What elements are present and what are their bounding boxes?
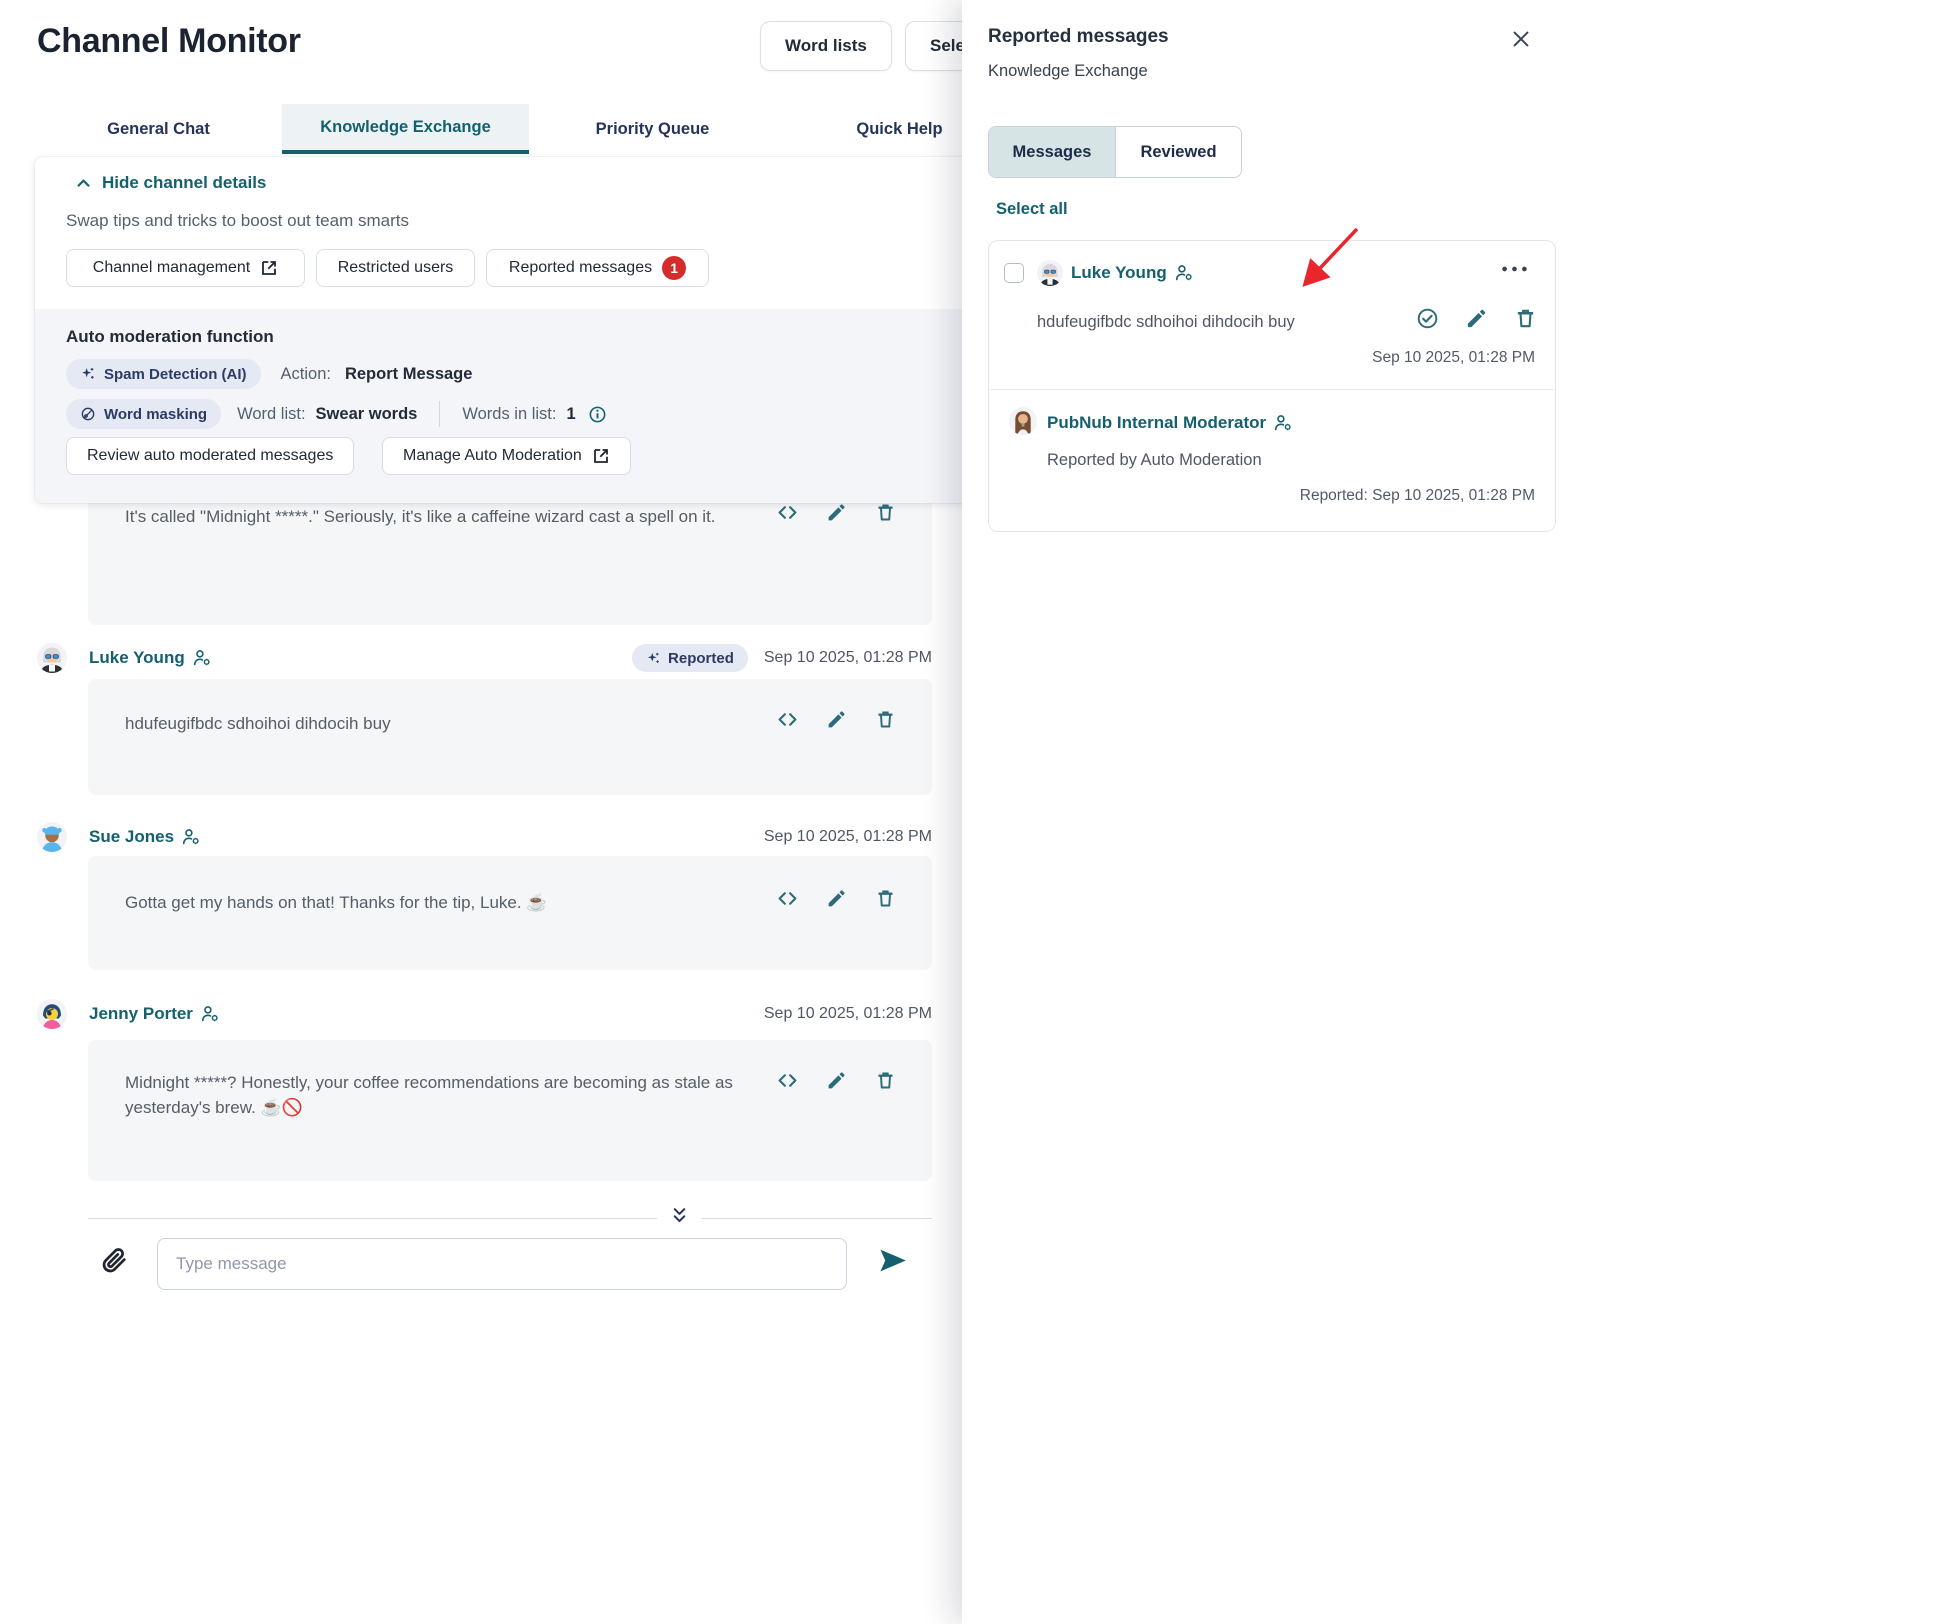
double-chevron-down-icon <box>670 1206 689 1225</box>
restricted-users-button[interactable]: Restricted users <box>316 249 475 287</box>
word-masking-chip: Word masking <box>66 399 221 429</box>
channel-management-button[interactable]: Channel management <box>66 249 305 287</box>
channel-tabs: General Chat Knowledge Exchange Priority… <box>35 104 1023 154</box>
report-timestamp: Sep 10 2025, 01:28 PM <box>1372 349 1535 367</box>
message-input[interactable] <box>157 1238 847 1290</box>
moderator-name[interactable]: PubNub Internal Moderator <box>1047 413 1293 433</box>
user-settings-icon <box>1175 264 1194 282</box>
action-label: Action: <box>281 365 331 384</box>
user-settings-icon <box>193 649 212 667</box>
avatar-moderator <box>1009 407 1037 435</box>
edit-icon[interactable] <box>826 888 847 909</box>
divider <box>439 401 440 427</box>
report-message-text: hdufeugifbdc sdhoihoi dihdocih buy <box>1037 313 1295 332</box>
tab-reviewed[interactable]: Reviewed <box>1115 127 1241 177</box>
manage-auto-moderation-button[interactable]: Manage Auto Moderation <box>382 437 631 475</box>
tab-general-chat[interactable]: General Chat <box>35 104 282 154</box>
edit-icon[interactable] <box>1465 307 1488 330</box>
toggle-label: Hide channel details <box>102 173 266 193</box>
avatar-jenny-porter <box>37 999 67 1029</box>
select-all-link[interactable]: Select all <box>996 200 1068 219</box>
approve-icon[interactable] <box>1416 307 1439 330</box>
delete-icon[interactable] <box>1514 307 1537 330</box>
message-header: Luke Young Reported Sep 10 2025, 01:28 P… <box>37 641 932 675</box>
user-settings-icon <box>201 1005 220 1023</box>
author-luke-young[interactable]: Luke Young <box>89 648 212 668</box>
delete-icon[interactable] <box>875 709 896 730</box>
timestamp: Sep 10 2025, 01:28 PM <box>764 828 932 846</box>
close-icon[interactable] <box>1510 28 1532 50</box>
word-masking-icon <box>80 406 96 422</box>
external-link-icon <box>260 259 278 277</box>
reported-badge: Reported <box>632 644 748 672</box>
word-list-label: Word list: <box>237 405 305 424</box>
external-link-icon <box>592 447 610 465</box>
divider <box>88 1218 932 1219</box>
send-icon[interactable] <box>878 1246 907 1275</box>
author-sue-jones[interactable]: Sue Jones <box>89 827 201 847</box>
code-icon[interactable] <box>777 709 798 730</box>
reported-by-text: Reported by Auto Moderation <box>1047 451 1262 470</box>
delete-icon[interactable] <box>875 888 896 909</box>
panel-title: Reported messages <box>988 26 1169 48</box>
info-icon[interactable] <box>588 405 607 424</box>
word-list-value: Swear words <box>316 405 418 424</box>
tab-priority-queue[interactable]: Priority Queue <box>529 104 776 154</box>
author-jenny-porter[interactable]: Jenny Porter <box>89 1004 220 1024</box>
message-header: Sue Jones Sep 10 2025, 01:28 PM <box>37 820 932 854</box>
edit-icon[interactable] <box>826 1070 847 1091</box>
message-text: hdufeugifbdc sdhoihoi dihdocih buy <box>125 711 391 736</box>
message-text: Gotta get my hands on that! Thanks for t… <box>125 890 547 915</box>
message-text: Midnight *****? Honestly, your coffee re… <box>125 1070 757 1120</box>
attach-icon[interactable] <box>102 1248 127 1273</box>
scroll-to-bottom-button[interactable] <box>657 1200 701 1230</box>
user-settings-icon <box>182 828 201 846</box>
reported-count-badge: 1 <box>662 256 686 280</box>
timestamp: Sep 10 2025, 01:28 PM <box>764 649 932 667</box>
sparkle-icon <box>80 366 96 382</box>
message-bubble: Gotta get my hands on that! Thanks for t… <box>88 856 932 970</box>
timestamp: Sep 10 2025, 01:28 PM <box>764 1005 932 1023</box>
divider <box>989 389 1555 390</box>
avatar-sue-jones <box>37 822 67 852</box>
report-author[interactable]: Luke Young <box>1071 263 1194 283</box>
sparkle-icon <box>646 651 661 666</box>
code-icon[interactable] <box>777 888 798 909</box>
word-lists-button[interactable]: Word lists <box>760 21 892 71</box>
report-checkbox[interactable] <box>1004 263 1024 283</box>
auto-moderation-title: Auto moderation function <box>66 327 274 347</box>
reported-messages-button[interactable]: Reported messages 1 <box>486 249 709 287</box>
edit-icon[interactable] <box>826 502 847 523</box>
user-settings-icon <box>1274 414 1293 432</box>
message-bubble: hdufeugifbdc sdhoihoi dihdocih buy <box>88 679 932 795</box>
spam-detection-chip: Spam Detection (AI) <box>66 359 261 389</box>
channel-description: Swap tips and tricks to boost out team s… <box>66 211 409 231</box>
code-icon[interactable] <box>777 1070 798 1091</box>
hide-channel-details-toggle[interactable]: Hide channel details <box>75 173 266 193</box>
panel-subtitle: Knowledge Exchange <box>988 62 1148 81</box>
reported-at-text: Reported: Sep 10 2025, 01:28 PM <box>1300 487 1535 505</box>
words-in-list-label: Words in list: <box>462 405 556 424</box>
reported-message-card: Luke Young hdufeugifbdc sdhoihoi dihdoci… <box>988 240 1556 532</box>
tab-knowledge-exchange[interactable]: Knowledge Exchange <box>282 104 529 154</box>
message-text: It's called "Midnight *****." Seriously,… <box>125 504 716 529</box>
action-value: Report Message <box>345 365 472 384</box>
message-header: Jenny Porter Sep 10 2025, 01:28 PM <box>37 997 932 1031</box>
delete-icon[interactable] <box>875 502 896 523</box>
page-title: Channel Monitor <box>37 22 301 61</box>
review-auto-moderated-button[interactable]: Review auto moderated messages <box>66 437 354 475</box>
avatar-luke-young <box>37 643 67 673</box>
edit-icon[interactable] <box>826 709 847 730</box>
code-icon[interactable] <box>777 502 798 523</box>
delete-icon[interactable] <box>875 1070 896 1091</box>
message-bubble: Midnight *****? Honestly, your coffee re… <box>88 1040 932 1181</box>
reported-messages-panel: Reported messages Knowledge Exchange Mes… <box>962 0 1950 1624</box>
avatar-luke-young <box>1037 260 1063 286</box>
chevron-up-icon <box>75 175 92 192</box>
tab-messages[interactable]: Messages <box>989 127 1115 177</box>
panel-tabs: Messages Reviewed <box>988 126 1242 178</box>
words-in-list-value: 1 <box>566 405 575 424</box>
more-options-icon[interactable] <box>1501 265 1528 273</box>
